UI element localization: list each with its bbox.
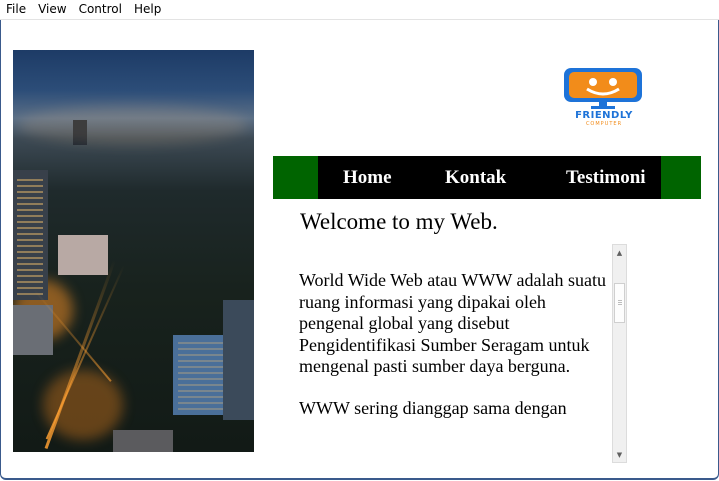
logo-subtext: COMPUTER: [585, 121, 623, 127]
menu-control[interactable]: Control: [73, 0, 128, 19]
nav-bar: Home Kontak Testimoni: [273, 156, 701, 199]
welcome-heading: Welcome to my Web.: [300, 209, 498, 234]
menu-file[interactable]: File: [0, 0, 32, 19]
menu-help[interactable]: Help: [128, 0, 167, 19]
article-paragraph: World Wide Web atau WWW adalah suatu rua…: [299, 270, 606, 377]
article-scroll-area[interactable]: World Wide Web atau WWW adalah suatu rua…: [299, 244, 613, 463]
nav-kontak-link[interactable]: Kontak: [445, 156, 506, 199]
menu-view[interactable]: View: [32, 0, 72, 19]
arrow-up-icon[interactable]: ▲: [613, 245, 626, 260]
city-photo: [13, 50, 254, 452]
nav-inner: Home Kontak Testimoni: [318, 156, 661, 199]
arrow-down-icon[interactable]: ▼: [613, 447, 626, 462]
nav-home-link[interactable]: Home: [343, 156, 392, 199]
menubar: File View Control Help: [0, 0, 719, 20]
logo-text: FRIENDLY: [575, 110, 633, 121]
vertical-scrollbar[interactable]: ▲ ▼: [612, 244, 627, 463]
nav-testimoni-link[interactable]: Testimoni: [566, 156, 646, 199]
article-paragraph: WWW sering dianggap sama dengan: [299, 397, 567, 418]
scrollbar-thumb[interactable]: [614, 283, 625, 323]
